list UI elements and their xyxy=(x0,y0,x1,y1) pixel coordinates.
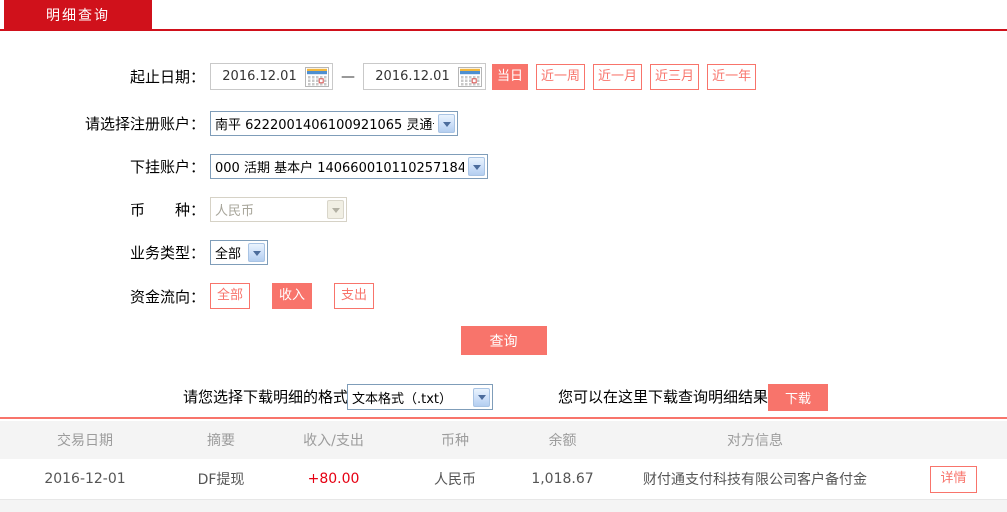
currency-select: 人民币 xyxy=(210,197,347,222)
register-account-value: 南平 6222001406100921065 灵通卡 xyxy=(215,118,434,133)
table-row: 2016-12-01 DF提现 +80.00 人民币 1,018.67 财付通支付科技有限… xyxy=(0,459,1007,500)
fund-flow-option-0[interactable]: 全部 xyxy=(210,283,251,309)
date-range-row: 起止日期： 2016.12.01 — 2016.12.01 当日 近一周 近一月… xyxy=(0,63,1007,90)
fund-flow-row: 资金流向： 全部 收入 支出 xyxy=(0,283,1007,309)
business-type-value: 全部 xyxy=(215,247,242,262)
download-format-value: 文本格式（.txt） xyxy=(352,391,453,407)
fund-flow-option-2[interactable]: 支出 xyxy=(334,283,375,309)
column-header-3: 币种 xyxy=(441,433,469,449)
register-account-row: 请选择注册账户： 南平 6222001406100921065 灵通卡 xyxy=(0,111,1007,136)
download-row: 请您选择下载明细的格式 文本格式（.txt） 您可以在这里下载查询明细结果 下载 xyxy=(0,384,1007,411)
chevron-down-icon xyxy=(473,387,490,407)
column-header-1: 摘要 xyxy=(207,433,235,449)
column-header-4: 余额 xyxy=(548,433,577,449)
download-format-select[interactable]: 文本格式（.txt） xyxy=(347,384,493,410)
end-date-value: 2016.12.01 xyxy=(375,69,450,84)
fund-flow-option-1[interactable]: 收入 xyxy=(272,283,313,309)
table-footer-strip xyxy=(0,500,1007,512)
download-button[interactable]: 下载 xyxy=(768,384,828,411)
table-cell: 2016-12-01 xyxy=(44,471,126,487)
currency-label: 币 种： xyxy=(129,201,205,219)
register-account-select[interactable]: 南平 6222001406100921065 灵通卡 xyxy=(210,111,458,136)
tab-bar: 明细查询 xyxy=(0,0,1007,29)
calendar-icon[interactable] xyxy=(458,66,482,87)
start-date-value: 2016.12.01 xyxy=(222,69,297,84)
table-cell: 财付通支付科技有限公司客户备付金 xyxy=(643,472,867,488)
date-range-label: 起止日期： xyxy=(129,68,205,86)
table-cell: 1,018.67 xyxy=(531,471,594,487)
fund-flow-label: 资金流向： xyxy=(129,287,205,306)
chevron-down-icon xyxy=(468,157,485,176)
business-type-label: 业务类型： xyxy=(129,244,205,262)
chevron-down-icon xyxy=(327,200,344,219)
action-cell: 详情 xyxy=(900,465,1007,493)
column-header-5: 对方信息 xyxy=(727,433,783,449)
table-body: 2016-12-01 DF提现 +80.00 人民币 1,018.67 财付通支付科技有限… xyxy=(0,459,1007,500)
column-header-2: 收入/支出 xyxy=(303,433,364,449)
tab-underline xyxy=(0,29,1007,31)
currency-row: 币 种： 人民币 xyxy=(0,197,1007,222)
fund-flow-options: 全部 收入 支出 xyxy=(210,283,375,309)
start-date-input[interactable]: 2016.12.01 xyxy=(210,63,333,90)
detail-button[interactable]: 详情 xyxy=(930,465,977,493)
table-cell: 人民币 xyxy=(434,472,476,488)
business-type-row: 业务类型： 全部 xyxy=(0,240,1007,265)
end-date-input[interactable]: 2016.12.01 xyxy=(363,63,486,90)
table-cell: DF提现 xyxy=(197,472,245,488)
quick-range-button-3[interactable]: 近三月 xyxy=(650,63,700,90)
calendar-icon[interactable] xyxy=(305,66,329,87)
sub-account-row: 下挂账户： 000 活期 基本户 1406600101102571848 xyxy=(0,154,1007,179)
column-header-0: 交易日期 xyxy=(57,433,113,449)
quick-range-buttons: 当日 近一周 近一月 近三月 近一年 xyxy=(492,63,757,90)
table-cell: +80.00 xyxy=(307,471,360,487)
sub-account-label: 下挂账户： xyxy=(129,158,205,176)
currency-value: 人民币 xyxy=(215,204,255,219)
quick-range-button-1[interactable]: 近一周 xyxy=(536,63,586,90)
tab-detail-query[interactable]: 明细查询 xyxy=(4,0,152,29)
quick-range-button-4[interactable]: 近一年 xyxy=(707,63,757,90)
download-hint: 您可以在这里下载查询明细结果 xyxy=(558,388,769,406)
sub-account-value: 000 活期 基本户 1406600101102571848 xyxy=(215,161,464,176)
table-header-row: 交易日期 摘要 收入/支出 币种 余额 对方信息 xyxy=(0,421,1007,459)
quick-range-button-0[interactable]: 当日 xyxy=(492,63,529,90)
sub-account-select[interactable]: 000 活期 基本户 1406600101102571848 xyxy=(210,154,488,179)
form-table-divider xyxy=(0,417,1007,419)
detail-query-page: 明细查询 起止日期： 2016.12.01 — 2016.12.01 当日 近一… xyxy=(0,0,1007,512)
chevron-down-icon xyxy=(248,243,265,262)
business-type-select[interactable]: 全部 xyxy=(210,240,268,265)
query-button[interactable]: 查询 xyxy=(460,326,547,355)
download-format-label: 请您选择下载明细的格式 xyxy=(183,388,349,406)
register-account-label: 请选择注册账户： xyxy=(84,115,205,133)
chevron-down-icon xyxy=(438,114,455,133)
date-separator: — xyxy=(341,68,355,85)
quick-range-button-2[interactable]: 近一月 xyxy=(593,63,643,90)
